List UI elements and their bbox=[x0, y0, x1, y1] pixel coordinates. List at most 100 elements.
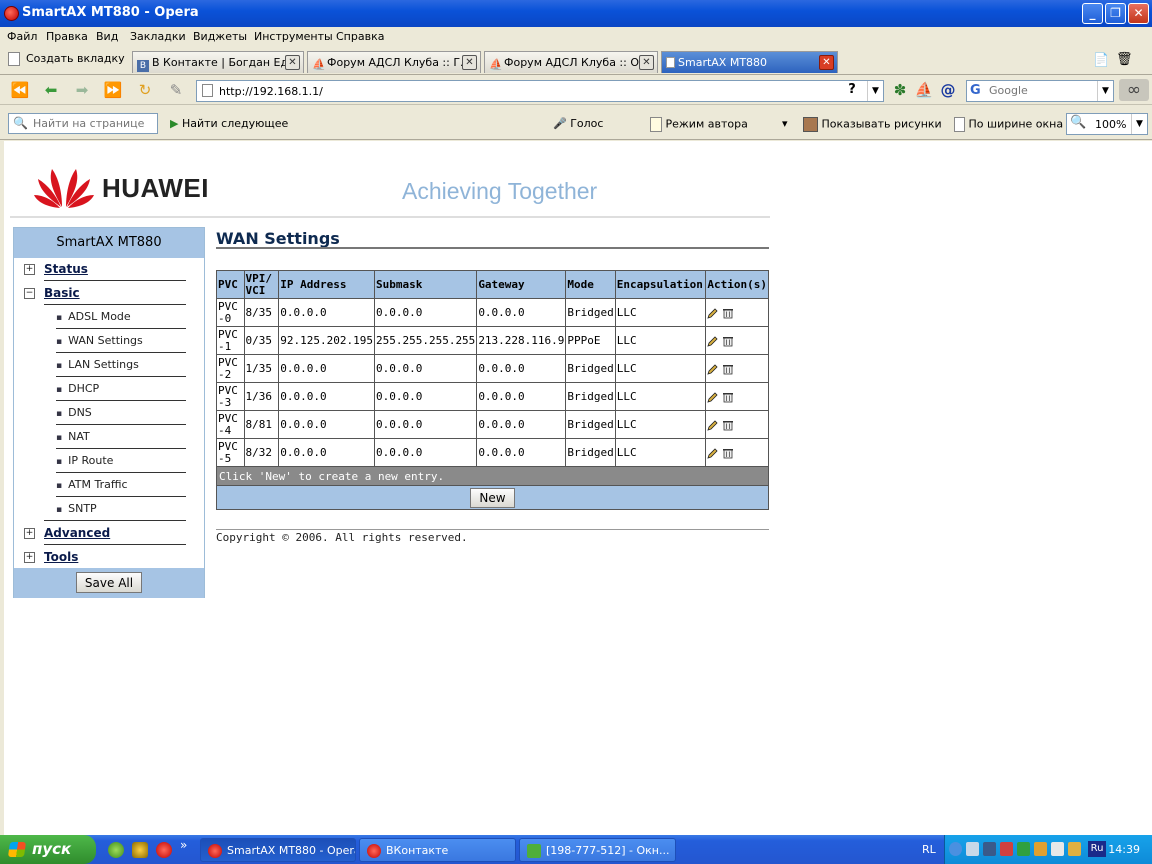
collapse-icon[interactable]: − bbox=[24, 288, 35, 299]
tray-icon[interactable] bbox=[1000, 842, 1013, 856]
sidebar-item-ip-route[interactable]: IP Route bbox=[56, 454, 113, 467]
delete-icon[interactable] bbox=[722, 391, 734, 403]
rewind-icon[interactable]: ⏪ bbox=[10, 81, 30, 99]
sidebar-item-lan-settings[interactable]: LAN Settings bbox=[56, 358, 139, 371]
expand-icon[interactable]: + bbox=[24, 552, 35, 563]
edit-icon[interactable] bbox=[707, 447, 719, 459]
minimize-button[interactable]: _ bbox=[1082, 3, 1103, 24]
tab-vkontakte[interactable]: ВВ Контакте | Богдан Ед... ✕ bbox=[132, 51, 304, 73]
fit-width-button[interactable]: По ширине окна bbox=[954, 117, 1063, 132]
back-icon[interactable]: ⬅ bbox=[41, 81, 61, 99]
show-images-button[interactable]: Показывать рисунки bbox=[803, 117, 942, 132]
maximize-button[interactable]: ❐ bbox=[1105, 3, 1126, 24]
author-mode-dropdown-icon[interactable]: ▾ bbox=[782, 117, 788, 130]
address-dropdown-icon[interactable]: ▼ bbox=[867, 81, 883, 101]
menu-tools[interactable]: Инструменты bbox=[254, 30, 333, 43]
new-tab-button[interactable]: Создать вкладку bbox=[8, 52, 125, 66]
trash-icon[interactable]: 🗑 bbox=[1116, 52, 1133, 67]
table-cell: Bridged bbox=[565, 354, 616, 383]
search-box[interactable]: G ▼ bbox=[966, 80, 1114, 102]
close-tab-icon[interactable]: ✕ bbox=[285, 55, 300, 70]
forward-icon[interactable]: ➡ bbox=[72, 81, 92, 99]
voice-button[interactable]: 🎤 Голос bbox=[553, 117, 603, 130]
zoom-dropdown-icon[interactable]: ▼ bbox=[1131, 114, 1147, 134]
sidebar-item-dns[interactable]: DNS bbox=[56, 406, 92, 419]
tab-adsl-forum-2[interactable]: ⛵Форум АДСЛ Клуба :: О... ✕ bbox=[484, 51, 658, 73]
menu-help[interactable]: Справка bbox=[336, 30, 384, 43]
tray-icon[interactable] bbox=[966, 842, 979, 856]
opera-icon[interactable] bbox=[156, 842, 172, 858]
delete-icon[interactable] bbox=[722, 335, 734, 347]
find-input[interactable] bbox=[33, 117, 153, 130]
window-titlebar[interactable]: SmartAX MT880 - Opera _ ❐ ✕ bbox=[0, 0, 1152, 27]
actions-cell bbox=[705, 410, 769, 439]
start-button[interactable]: пуск bbox=[0, 835, 96, 864]
quicklaunch-icon[interactable] bbox=[108, 842, 124, 858]
search-input[interactable] bbox=[989, 84, 1089, 97]
tray-icon[interactable] bbox=[1034, 842, 1047, 856]
author-mode-button[interactable]: Режим автора bbox=[650, 117, 748, 132]
task-vkontakte[interactable]: ВКонтакте bbox=[359, 838, 516, 862]
task-opera[interactable]: SmartAX MT880 - Opera bbox=[200, 838, 356, 862]
sidebar-item-tools[interactable]: Tools bbox=[44, 550, 78, 564]
tab-adsl-forum-1[interactable]: ⛵Форум АДСЛ Клуба :: Г... ✕ bbox=[307, 51, 481, 73]
delete-icon[interactable] bbox=[722, 447, 734, 459]
sidebar-item-dhcp[interactable]: DHCP bbox=[56, 382, 99, 395]
edit-icon[interactable] bbox=[707, 419, 719, 431]
forum-icon[interactable]: ⛵ bbox=[914, 81, 934, 99]
close-tab-icon[interactable]: ✕ bbox=[462, 55, 477, 70]
expand-icon[interactable]: + bbox=[24, 528, 35, 539]
edit-icon[interactable] bbox=[707, 391, 719, 403]
tray-arrow-icon[interactable] bbox=[949, 842, 962, 856]
closed-tabs-icon[interactable]: 📄 bbox=[1093, 53, 1109, 68]
save-all-button[interactable]: Save All bbox=[76, 572, 142, 593]
menu-widgets[interactable]: Виджеты bbox=[193, 30, 247, 43]
language-indicator[interactable]: RL bbox=[922, 843, 936, 856]
sidebar-item-atm-traffic[interactable]: ATM Traffic bbox=[56, 478, 127, 491]
reload-icon[interactable]: ↻ bbox=[135, 81, 155, 99]
edit-icon[interactable] bbox=[707, 335, 719, 347]
sidebar-item-advanced[interactable]: Advanced bbox=[44, 526, 110, 540]
sidebar-item-nat[interactable]: NAT bbox=[56, 430, 90, 443]
search-dropdown-icon[interactable]: ▼ bbox=[1097, 81, 1113, 101]
delete-icon[interactable] bbox=[722, 419, 734, 431]
sidebar-item-sntp[interactable]: SNTP bbox=[56, 502, 97, 515]
sidebar-item-status[interactable]: Status bbox=[44, 262, 88, 276]
quicklaunch-more-icon[interactable]: » bbox=[180, 838, 187, 852]
task-window[interactable]: [198-777-512] - Окн... bbox=[519, 838, 676, 862]
new-button[interactable]: New bbox=[470, 488, 515, 508]
tray-icon[interactable] bbox=[1068, 842, 1081, 856]
mail-icon[interactable]: @ bbox=[938, 81, 958, 99]
sidebar-item-basic[interactable]: Basic bbox=[44, 286, 80, 300]
tab-smartax[interactable]: SmartAX MT880 ✕ bbox=[661, 51, 838, 73]
delete-icon[interactable] bbox=[722, 307, 734, 319]
edit-icon[interactable] bbox=[707, 307, 719, 319]
tray-icon[interactable] bbox=[983, 842, 996, 856]
close-button[interactable]: ✕ bbox=[1128, 3, 1149, 24]
edit-icon[interactable]: ✎ bbox=[166, 81, 186, 99]
quicklaunch-icon[interactable] bbox=[132, 842, 148, 858]
close-tab-icon[interactable]: ✕ bbox=[819, 55, 834, 70]
edit-icon[interactable] bbox=[707, 363, 719, 375]
sidebar-item-adsl-mode[interactable]: ADSL Mode bbox=[56, 310, 131, 323]
network-icon[interactable] bbox=[1051, 842, 1064, 856]
zoom-control[interactable]: 🔍 100% ▼ bbox=[1066, 113, 1148, 135]
bug-icon[interactable]: ✽ bbox=[890, 81, 910, 99]
menu-edit[interactable]: Правка bbox=[46, 30, 88, 43]
glasses-icon[interactable]: ∞ bbox=[1119, 79, 1149, 101]
find-next-button[interactable]: ▶ Найти следующее bbox=[170, 117, 288, 130]
keyboard-layout-indicator[interactable]: Ru bbox=[1088, 841, 1106, 857]
menu-bookmarks[interactable]: Закладки bbox=[130, 30, 186, 43]
menu-view[interactable]: Вид bbox=[96, 30, 118, 43]
tray-icon[interactable] bbox=[1017, 842, 1030, 856]
find-box[interactable]: 🔍 bbox=[8, 113, 158, 134]
address-input[interactable] bbox=[219, 83, 819, 99]
expand-icon[interactable]: + bbox=[24, 264, 35, 275]
sidebar-item-wan-settings[interactable]: WAN Settings bbox=[56, 334, 143, 347]
delete-icon[interactable] bbox=[722, 363, 734, 375]
address-bar[interactable]: ? ▼ bbox=[196, 80, 884, 102]
close-tab-icon[interactable]: ✕ bbox=[639, 55, 654, 70]
help-icon[interactable]: ? bbox=[841, 82, 863, 100]
fast-forward-icon[interactable]: ⏩ bbox=[103, 81, 123, 99]
menu-file[interactable]: Файл bbox=[7, 30, 37, 43]
